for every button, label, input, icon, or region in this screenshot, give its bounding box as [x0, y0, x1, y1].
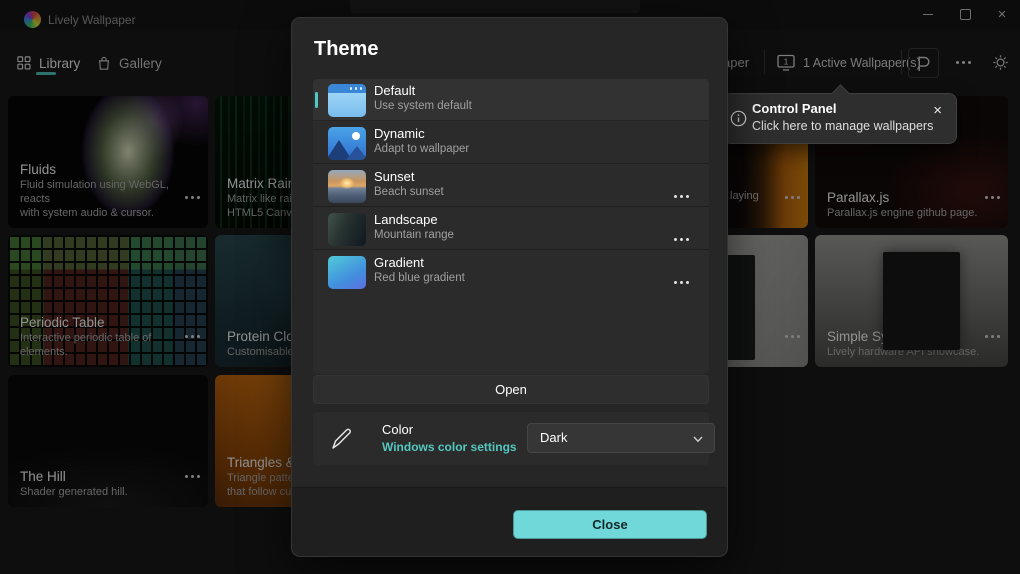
- tip-title: Control Panel: [752, 101, 837, 116]
- dialog-title: Theme: [314, 38, 379, 60]
- open-button[interactable]: Open: [313, 375, 709, 404]
- app-window: Lively Wallpaper × Library Gallery llpap…: [0, 0, 1020, 574]
- theme-name: Dynamic: [374, 126, 425, 141]
- theme-menu-button[interactable]: [678, 227, 685, 246]
- default-theme-icon: [328, 84, 366, 117]
- color-setting-row: Color Windows color settings Dark: [313, 412, 715, 465]
- theme-desc: Mountain range: [374, 229, 454, 241]
- chevron-down-icon: [693, 436, 703, 443]
- theme-menu-button[interactable]: [678, 184, 685, 203]
- theme-desc: Use system default: [374, 100, 472, 112]
- ellipsis-icon: [680, 238, 683, 241]
- color-mode-dropdown[interactable]: Dark: [527, 423, 715, 453]
- theme-name: Gradient: [374, 255, 424, 270]
- dropdown-value: Dark: [540, 430, 568, 445]
- theme-desc: Adapt to wallpaper: [374, 143, 470, 155]
- close-dialog-button[interactable]: Close: [513, 510, 707, 539]
- theme-name: Landscape: [374, 212, 438, 227]
- theme-item-gradient[interactable]: Gradient Red blue gradient: [313, 251, 709, 293]
- windows-color-settings-link[interactable]: Windows color settings: [382, 440, 517, 454]
- paintbrush-icon: [332, 428, 351, 449]
- theme-dialog: Theme Default Use system default Dynamic…: [291, 17, 728, 557]
- dialog-footer: Close: [292, 487, 727, 556]
- gradient-theme-icon: [328, 256, 366, 289]
- theme-list: Default Use system default Dynamic Adapt…: [313, 79, 709, 374]
- ellipsis-icon: [680, 281, 683, 284]
- landscape-theme-icon: [328, 213, 366, 246]
- theme-desc: Beach sunset: [374, 186, 444, 198]
- tip-message: Click here to manage wallpapers: [752, 119, 934, 133]
- dynamic-theme-icon: [328, 127, 366, 160]
- theme-desc: Red blue gradient: [374, 272, 465, 284]
- info-icon: [730, 110, 747, 127]
- theme-name: Sunset: [374, 169, 415, 184]
- theme-item-sunset[interactable]: Sunset Beach sunset: [313, 165, 709, 207]
- ellipsis-icon: [680, 195, 683, 198]
- control-panel-teaching-tip: Control Panel Click here to manage wallp…: [723, 84, 957, 144]
- theme-item-default[interactable]: Default Use system default: [313, 79, 709, 121]
- theme-menu-button[interactable]: [678, 270, 685, 289]
- theme-name: Default: [374, 83, 416, 98]
- theme-item-landscape[interactable]: Landscape Mountain range: [313, 208, 709, 250]
- tip-close-button[interactable]: ×: [929, 100, 946, 121]
- selected-indicator: [315, 92, 318, 108]
- theme-item-dynamic[interactable]: Dynamic Adapt to wallpaper: [313, 122, 709, 164]
- sunset-theme-icon: [328, 170, 366, 203]
- color-label: Color: [382, 422, 414, 437]
